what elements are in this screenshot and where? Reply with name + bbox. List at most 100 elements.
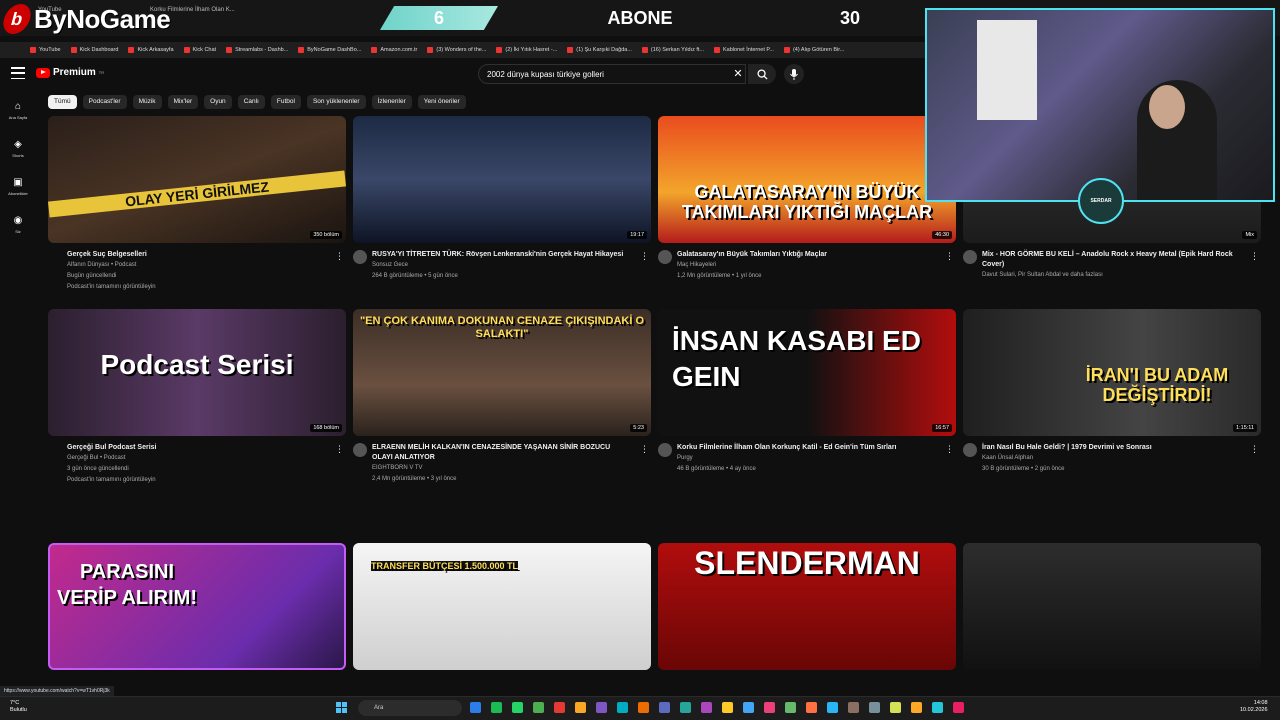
bookmark-item[interactable]: (3) Wonders of the... xyxy=(427,47,486,53)
channel-name[interactable]: Purgy xyxy=(677,453,896,464)
channel-name[interactable]: Sonsuz Gece xyxy=(372,260,623,271)
taskbar-app-icon[interactable] xyxy=(848,702,859,713)
taskbar-app-icon[interactable] xyxy=(764,702,775,713)
taskbar-app-icon[interactable] xyxy=(575,702,586,713)
video-title[interactable]: Gerçek Suç Belgeselleri xyxy=(67,250,156,260)
bookmark-item[interactable]: (16) Serkan Yıldız ft... xyxy=(641,47,704,53)
taskbar-app-icon[interactable] xyxy=(785,702,796,713)
channel-name[interactable]: Davut Sulari, Pir Sultan Abdal ve daha f… xyxy=(982,270,1242,281)
video-thumbnail[interactable]: PARASINI VERİP ALIRIM! xyxy=(48,543,346,670)
chip-0[interactable]: Tümü xyxy=(48,95,77,109)
search-input[interactable]: 2002 dünya kupası türkiye golleri xyxy=(478,64,746,84)
chip-4[interactable]: Oyun xyxy=(204,95,232,109)
more-options-icon[interactable]: ⋮ xyxy=(945,252,954,261)
taskbar-app-icon[interactable] xyxy=(911,702,922,713)
bookmark-item[interactable]: Kick Arkasayfa xyxy=(128,47,174,53)
bookmark-item[interactable]: (2) İki Yıtık Hasret -... xyxy=(496,47,557,53)
bookmark-item[interactable]: (4) Alıp Götüren Bir... xyxy=(783,47,844,53)
taskbar-search[interactable]: Ara xyxy=(358,700,462,716)
chip-3[interactable]: Mix'ler xyxy=(167,95,199,109)
more-options-icon[interactable]: ⋮ xyxy=(1250,445,1259,454)
video-thumbnail[interactable]: TRANSFER BÜTÇESİ 1.500.000 TL xyxy=(353,543,651,670)
taskbar-app-icon[interactable] xyxy=(680,702,691,713)
weather-widget[interactable]: 7°C Bulutlu xyxy=(10,700,27,714)
channel-avatar[interactable] xyxy=(353,250,367,264)
taskbar-app-icon[interactable] xyxy=(554,702,565,713)
video-title[interactable]: ELRAENN MELİH KALKAN'IN CENAZESİNDE YAŞA… xyxy=(372,443,632,463)
taskbar-app-icon[interactable] xyxy=(953,702,964,713)
sidebar-item-2[interactable]: ▣ Abonelikler xyxy=(0,168,36,206)
taskbar-app-icon[interactable] xyxy=(722,702,733,713)
taskbar-app-icon[interactable] xyxy=(617,702,628,713)
taskbar-app-icon[interactable] xyxy=(869,702,880,713)
bookmark-item[interactable]: Kick Chat xyxy=(183,47,216,53)
channel-avatar[interactable] xyxy=(353,443,367,457)
video-card[interactable]: GALATASARAY'IN BÜYÜK TAKIMLARI YIKTIĞI M… xyxy=(658,116,956,282)
sidebar-item-3[interactable]: ◉ Siz xyxy=(0,206,36,244)
video-thumbnail[interactable]: İNSAN KASABI ED GEIN 16:57 xyxy=(658,309,956,436)
channel-avatar[interactable] xyxy=(963,250,977,264)
chip-7[interactable]: Son yüklenenler xyxy=(306,95,366,109)
video-thumbnail[interactable]: İRAN'I BU ADAM DEĞİŞTİRDİ! 1:15:11 xyxy=(963,309,1261,436)
video-card[interactable]: İNSAN KASABI ED GEIN 16:57 Korku Filmlerin… xyxy=(658,309,956,475)
channel-name[interactable]: Maç Hikayeleri xyxy=(677,260,827,271)
taskbar-app-icon[interactable] xyxy=(491,702,502,713)
channel-avatar[interactable] xyxy=(963,443,977,457)
chip-9[interactable]: Yeni öneriler xyxy=(417,95,466,109)
chip-1[interactable]: Podcast'ler xyxy=(82,95,127,109)
video-card[interactable] xyxy=(963,543,1261,670)
bookmark-item[interactable]: Streamlabs - Dashb... xyxy=(226,47,288,53)
video-thumbnail[interactable]: 19:17 xyxy=(353,116,651,243)
bookmark-item[interactable]: ByNoGame DashBo... xyxy=(298,47,361,53)
bookmark-item[interactable]: Amazon.com.tr xyxy=(371,47,417,53)
video-thumbnail[interactable]: Podcast Serisi 168 bölüm xyxy=(48,309,346,436)
bookmark-item[interactable]: Kablonet İnternet P... xyxy=(714,47,774,53)
sidebar-item-1[interactable]: ◈ Shorts xyxy=(0,130,36,168)
clear-search-icon[interactable]: ✕ xyxy=(731,67,745,81)
video-card[interactable]: "EN ÇOK KANIMA DOKUNAN CENAZE ÇIKIŞINDAK… xyxy=(353,309,651,485)
video-thumbnail[interactable] xyxy=(963,543,1261,670)
channel-name[interactable]: EIGHTBORN V TV xyxy=(372,463,632,474)
video-card[interactable]: İRAN'I BU ADAM DEĞİŞTİRDİ! 1:15:11 İran Na… xyxy=(963,309,1261,475)
video-thumbnail[interactable]: SLENDERMAN xyxy=(658,543,956,670)
video-title[interactable]: İran Nasıl Bu Hale Geldi? | 1979 Devrimi… xyxy=(982,443,1152,453)
taskbar-app-icon[interactable] xyxy=(659,702,670,713)
more-options-icon[interactable]: ⋮ xyxy=(1250,252,1259,261)
channel-avatar[interactable] xyxy=(658,443,672,457)
channel-name[interactable]: Kaan Ünsal Alphan xyxy=(982,453,1152,464)
taskbar-app-icon[interactable] xyxy=(512,702,523,713)
voice-search-button[interactable] xyxy=(784,64,804,84)
video-thumbnail[interactable]: OLAY YERİ GİRİLMEZ 350 bölüm xyxy=(48,116,346,243)
chip-6[interactable]: Futbol xyxy=(270,95,301,109)
channel-name[interactable]: Gerçeği Bul • Podcast xyxy=(67,453,156,464)
video-title[interactable]: Gerçeği Bul Podcast Serisi xyxy=(67,443,156,453)
windows-start-icon[interactable] xyxy=(336,702,347,713)
video-title[interactable]: Galatasaray'ın Büyük Takımları Yıktığı M… xyxy=(677,250,827,260)
search-button[interactable] xyxy=(748,64,776,84)
video-thumbnail[interactable]: GALATASARAY'IN BÜYÜK TAKIMLARI YIKTIĞI M… xyxy=(658,116,956,243)
taskbar-clock[interactable]: 14:08 10.02.2026 xyxy=(1240,700,1268,714)
taskbar-app-icon[interactable] xyxy=(890,702,901,713)
more-options-icon[interactable]: ⋮ xyxy=(640,445,649,454)
bookmark-item[interactable]: (1) Şu Karşıki Dağda... xyxy=(567,47,632,53)
video-card[interactable]: PARASINI VERİP ALIRIM! xyxy=(48,543,346,670)
bookmark-item[interactable]: YouTube xyxy=(30,47,61,53)
chip-5[interactable]: Canlı xyxy=(237,95,265,109)
video-title[interactable]: Korku Filmlerine İlham Olan Korkunç Kati… xyxy=(677,443,896,453)
video-card[interactable]: TRANSFER BÜTÇESİ 1.500.000 TL xyxy=(353,543,651,670)
video-card[interactable]: Podcast Serisi 168 bölüm Gerçeği Bul Podca… xyxy=(48,309,346,486)
video-title[interactable]: RUSYA'YI TİTRETEN TÜRK: Rövşen Lenkerans… xyxy=(372,250,623,260)
more-options-icon[interactable]: ⋮ xyxy=(640,252,649,261)
taskbar-app-icon[interactable] xyxy=(827,702,838,713)
bookmark-item[interactable]: Kick Dashboard xyxy=(70,47,118,53)
sidebar-item-0[interactable]: ⌂ Ana Sayfa xyxy=(0,92,36,130)
video-thumbnail[interactable]: "EN ÇOK KANIMA DOKUNAN CENAZE ÇIKIŞINDAK… xyxy=(353,309,651,436)
taskbar-app-icon[interactable] xyxy=(701,702,712,713)
chip-8[interactable]: İzlenenler xyxy=(371,95,412,109)
hamburger-menu-icon[interactable] xyxy=(11,67,25,79)
chip-2[interactable]: Müzik xyxy=(132,95,162,109)
video-title[interactable]: Mix - HOR GÖRME BU KELİ – Anadolu Rock x… xyxy=(982,250,1242,270)
channel-name[interactable]: Alfanın Dünyası • Podcast xyxy=(67,260,156,271)
taskbar-app-icon[interactable] xyxy=(470,702,481,713)
video-card[interactable]: OLAY YERİ GİRİLMEZ 350 bölüm Gerçek Suç Be… xyxy=(48,116,346,293)
